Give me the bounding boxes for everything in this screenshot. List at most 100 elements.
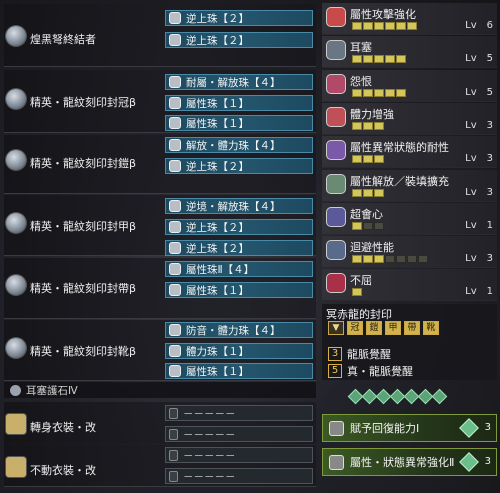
skill-level-pip (363, 188, 373, 197)
skill-level-pip (407, 255, 417, 264)
skill-icon (326, 7, 346, 27)
skill-icon (326, 40, 346, 61)
skill-level-pip (352, 221, 362, 230)
skill-level: Lv 1 (465, 286, 493, 298)
mantle-name: 轉身衣裝・改 (30, 421, 96, 434)
bonus-gem-icon (459, 418, 479, 438)
decoration-name: 屬性珠【１】 (186, 365, 249, 378)
decoration-slots-row (322, 385, 497, 407)
skill-level-pip (374, 55, 384, 64)
empty-slot-icon (169, 428, 178, 440)
skill-level-pip (374, 155, 384, 164)
skill-level-pip (374, 88, 384, 97)
skill-level-pip (352, 255, 362, 264)
weapon-icon (6, 26, 26, 46)
charm-icon (10, 384, 21, 396)
mantle-name: 不動衣裝・改 (30, 464, 96, 477)
skill-name: 體力增強 (350, 107, 394, 121)
skill-level-pip (385, 88, 395, 97)
decoration-name: 屬性珠【１】 (186, 284, 249, 297)
skill-row[interactable]: 怨恨 Lv 5 (322, 69, 497, 102)
empty-slot[interactable]: －－－－－ (165, 468, 313, 484)
decoration-icon (169, 12, 181, 24)
set-bonus-count: 5 (328, 364, 342, 378)
decoration-slot[interactable]: 體力珠【１】 (165, 343, 313, 359)
mantle-icon (6, 414, 26, 434)
decoration-icon (169, 34, 181, 46)
equipment-name: 精英・龍紋刻印封甲β (30, 220, 137, 233)
skill-level-pip (374, 221, 384, 230)
decoration-slot[interactable]: 屬性珠【１】 (165, 95, 313, 111)
charm-header[interactable]: 耳塞護石Ⅳ (4, 382, 316, 398)
skill-icon (326, 273, 346, 294)
skill-row[interactable]: 耳塞 Lv 5 (322, 36, 497, 69)
skill-level-pips (352, 55, 406, 64)
decoration-icon (169, 324, 181, 336)
skill-level-value: 5 (486, 53, 493, 65)
decoration-slot[interactable]: 屬性珠Ⅱ【４】 (165, 261, 313, 277)
decoration-slot[interactable]: 防音・體力珠【４】 (165, 322, 313, 338)
skill-name: 迴避性能 (350, 241, 394, 255)
empty-slot[interactable]: －－－－－ (165, 447, 313, 463)
bonus-bar-recovery[interactable]: 賦予回復能力Ⅰ 3 (322, 414, 497, 442)
skill-level: Lv 3 (465, 186, 493, 198)
equipment-name: 煌黑弩終結者 (30, 33, 96, 46)
decoration-slot[interactable]: 耐屬・解放珠【４】 (165, 74, 313, 90)
skill-level-pip (385, 22, 395, 30)
decoration-slot[interactable]: 逆上珠【２】 (165, 10, 313, 26)
skill-level-pip (352, 155, 362, 164)
decoration-slot[interactable]: 屬性珠【１】 (165, 363, 313, 379)
decoration-icon (169, 76, 181, 88)
decoration-name: 逆上珠【２】 (186, 12, 249, 25)
empty-slot-text: －－－－－ (183, 449, 236, 462)
skill-row[interactable]: 屬性攻擊強化 Lv 6 (322, 3, 497, 35)
bonus-bar-element[interactable]: 屬性・狀態異常強化Ⅱ 3 (322, 448, 497, 476)
decoration-name: 屬性珠Ⅱ【４】 (186, 263, 255, 276)
skill-level-pip (396, 88, 406, 97)
mantle-icon (6, 457, 26, 477)
skill-row[interactable]: 屬性解放／裝填擴充 Lv 3 (322, 169, 497, 202)
decoration-slot[interactable]: 逆境・解放珠【４】 (165, 198, 313, 214)
decoration-name: 解放・體力珠【４】 (186, 139, 281, 152)
decoration-slot[interactable]: 逆上珠【２】 (165, 158, 313, 174)
decoration-slot[interactable]: 逆上珠【２】 (165, 240, 313, 256)
empty-slot[interactable]: －－－－－ (165, 405, 313, 421)
skill-icon (326, 240, 346, 261)
skill-row[interactable]: 超會心 Lv 1 (322, 202, 497, 235)
skill-icon (326, 73, 346, 94)
skill-level-pip (352, 188, 362, 197)
skill-level-pips (352, 188, 384, 197)
skill-name: 耳塞 (350, 41, 372, 55)
set-bonus-count: 3 (328, 347, 342, 361)
set-bonus-1: 3 龍脈覺醒 (328, 346, 391, 362)
set-bonus-name: 真・龍脈覺醒 (347, 365, 413, 378)
decoration-slot[interactable]: 逆上珠【２】 (165, 32, 313, 48)
skill-level-pips (352, 121, 384, 130)
decoration-slot[interactable]: 逆上珠【２】 (165, 219, 313, 235)
skill-level-pip (363, 255, 373, 264)
decoration-name: 逆上珠【２】 (186, 34, 249, 47)
set-bonus-2: 5 真・龍脈覺醒 (328, 363, 413, 379)
skill-row[interactable]: 屬性異常狀態的耐性 Lv 3 (322, 136, 497, 169)
decoration-name: 逆上珠【２】 (186, 160, 249, 173)
skill-level-pip (363, 221, 373, 230)
chest-icon (6, 150, 26, 170)
skill-row[interactable]: 體力增強 Lv 3 (322, 102, 497, 135)
decoration-slot[interactable]: 屬性珠【１】 (165, 282, 313, 298)
skill-level-pip (374, 22, 384, 30)
skill-name: 超會心 (350, 207, 383, 221)
decoration-name: 屬性珠【１】 (186, 97, 249, 110)
empty-slot-text: －－－－－ (183, 428, 236, 441)
skill-row[interactable]: 不屈 Lv 1 (322, 269, 497, 302)
skill-level-pip (374, 255, 384, 264)
skill-level: Lv 3 (465, 153, 493, 165)
skill-level: Lv 1 (465, 219, 493, 231)
bonus-name: 賦予回復能力Ⅰ (350, 422, 420, 435)
bonus-icon (329, 420, 344, 436)
decoration-slot[interactable]: 解放・體力珠【４】 (165, 137, 313, 153)
empty-slot[interactable]: －－－－－ (165, 426, 313, 442)
decoration-slot[interactable]: 屬性珠【１】 (165, 115, 313, 131)
skill-row[interactable]: 迴避性能 Lv 3 (322, 236, 497, 269)
skill-name: 屬性異常狀態的耐性 (350, 141, 449, 155)
skill-name: 怨恨 (350, 74, 372, 88)
